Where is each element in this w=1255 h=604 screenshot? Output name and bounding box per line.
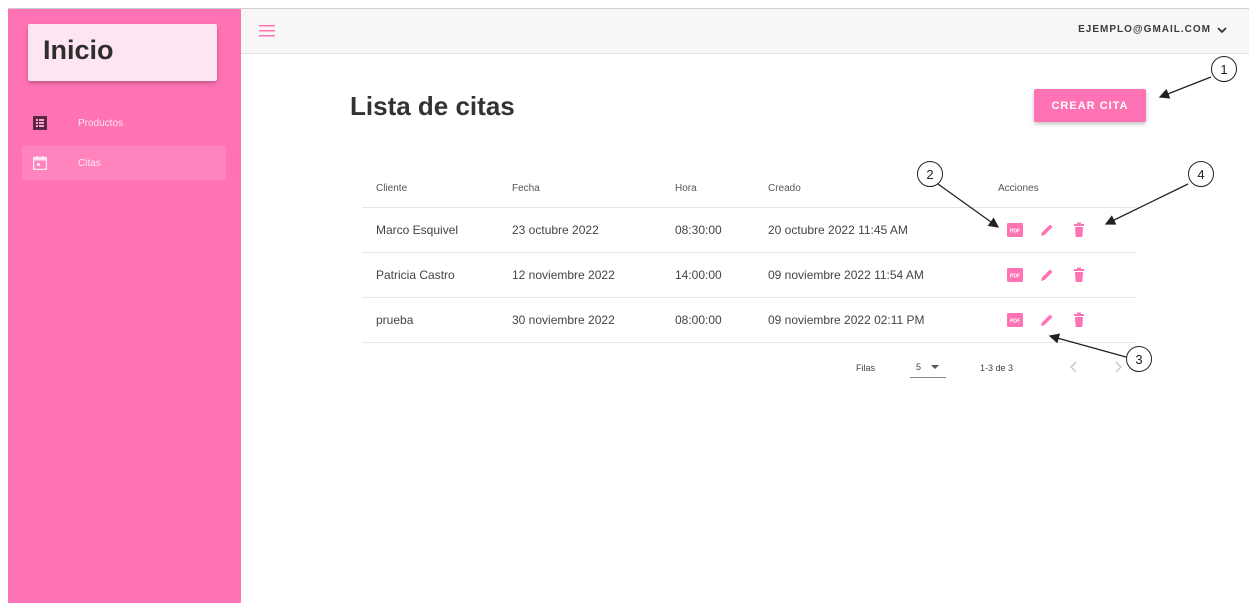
create-appointment-button[interactable]: CREAR CITA (1034, 89, 1146, 122)
brand-title: Inicio (43, 35, 114, 65)
rows-per-page-value: 5 (916, 362, 922, 372)
cell-creado: 20 octubre 2022 11:45 AM (768, 223, 908, 237)
table-row: prueba 30 noviembre 2022 08:00:00 09 nov… (362, 298, 1136, 343)
sidebar-item-label: Citas (78, 157, 101, 169)
callout-2: 2 (917, 161, 943, 187)
column-header-creado[interactable]: Creado (768, 169, 801, 207)
row-actions: PDF (1006, 298, 1102, 342)
sidebar-item-productos[interactable]: Productos (22, 106, 226, 140)
pdf-icon[interactable]: PDF (1006, 311, 1024, 329)
cell-creado: 09 noviembre 2022 11:54 AM (768, 268, 924, 282)
delete-icon[interactable] (1070, 311, 1088, 329)
cell-hora: 08:00:00 (675, 313, 722, 327)
brand-card[interactable]: Inicio (28, 24, 217, 81)
sidebar: Inicio Productos Citas (8, 9, 241, 603)
previous-page-icon[interactable] (1066, 359, 1082, 375)
cell-fecha: 12 noviembre 2022 (512, 268, 615, 282)
cell-cliente: prueba (376, 313, 414, 327)
edit-icon[interactable] (1038, 266, 1056, 284)
chevron-down-icon (1217, 25, 1227, 35)
pdf-icon[interactable]: PDF (1006, 221, 1024, 239)
caret-down-icon (931, 365, 940, 369)
edit-icon[interactable] (1038, 311, 1056, 329)
user-menu[interactable]: EJEMPLO@GMAIL.COM (1078, 24, 1227, 35)
rows-per-page-label: Filas (856, 363, 876, 373)
sidebar-item-citas[interactable]: Citas (22, 146, 226, 180)
table-row: Patricia Castro 12 noviembre 2022 14:00:… (362, 253, 1136, 298)
cell-cliente: Marco Esquivel (376, 223, 459, 237)
callout-1: 1 (1211, 56, 1237, 82)
delete-icon[interactable] (1070, 221, 1088, 239)
column-header-acciones: Acciones (998, 182, 1039, 194)
callout-4: 4 (1188, 161, 1214, 187)
delete-icon[interactable] (1070, 266, 1088, 284)
rows-per-page-select[interactable]: 5 (910, 357, 946, 378)
row-actions: PDF (1006, 253, 1102, 297)
row-actions: PDF (1006, 208, 1102, 252)
cell-creado: 09 noviembre 2022 02:11 PM (768, 313, 925, 327)
callout-arrow-1 (1158, 76, 1212, 99)
hamburger-menu-icon[interactable] (259, 24, 275, 37)
pagination: Filas 5 1-3 de 3 (362, 353, 1136, 383)
table-row: Marco Esquivel 23 octubre 2022 08:30:00 … (362, 208, 1136, 253)
sidebar-item-label: Productos (78, 117, 124, 129)
column-header-hora[interactable]: Hora (675, 169, 697, 207)
cell-hora: 14:00:00 (675, 268, 722, 282)
svg-text:PDF: PDF (1010, 319, 1020, 325)
cell-fecha: 30 noviembre 2022 (512, 313, 615, 327)
next-page-icon[interactable] (1110, 359, 1126, 375)
column-header-cliente[interactable]: Cliente (376, 169, 407, 207)
cell-hora: 08:30:00 (675, 223, 722, 237)
cell-fecha: 23 octubre 2022 (512, 223, 599, 237)
app-frame: Inicio Productos Citas EJEMPLO@GMAIL.COM… (8, 8, 1249, 603)
pdf-icon[interactable]: PDF (1006, 266, 1024, 284)
page-title: Lista de citas (350, 91, 515, 121)
user-email: EJEMPLO@GMAIL.COM (1078, 24, 1211, 35)
cell-cliente: Patricia Castro (376, 268, 455, 282)
calendar-icon (32, 155, 48, 171)
topbar: EJEMPLO@GMAIL.COM (241, 9, 1249, 54)
table-header: Cliente Fecha Hora Creado Acciones (362, 169, 1136, 208)
callout-3: 3 (1126, 346, 1152, 372)
edit-icon[interactable] (1038, 221, 1056, 239)
pagination-range: 1-3 de 3 (980, 363, 1014, 373)
list-icon (32, 115, 48, 131)
appointments-table: Cliente Fecha Hora Creado Acciones Marco… (362, 169, 1136, 343)
svg-text:PDF: PDF (1010, 274, 1020, 280)
svg-text:PDF: PDF (1010, 229, 1020, 235)
column-header-fecha[interactable]: Fecha (512, 169, 540, 207)
